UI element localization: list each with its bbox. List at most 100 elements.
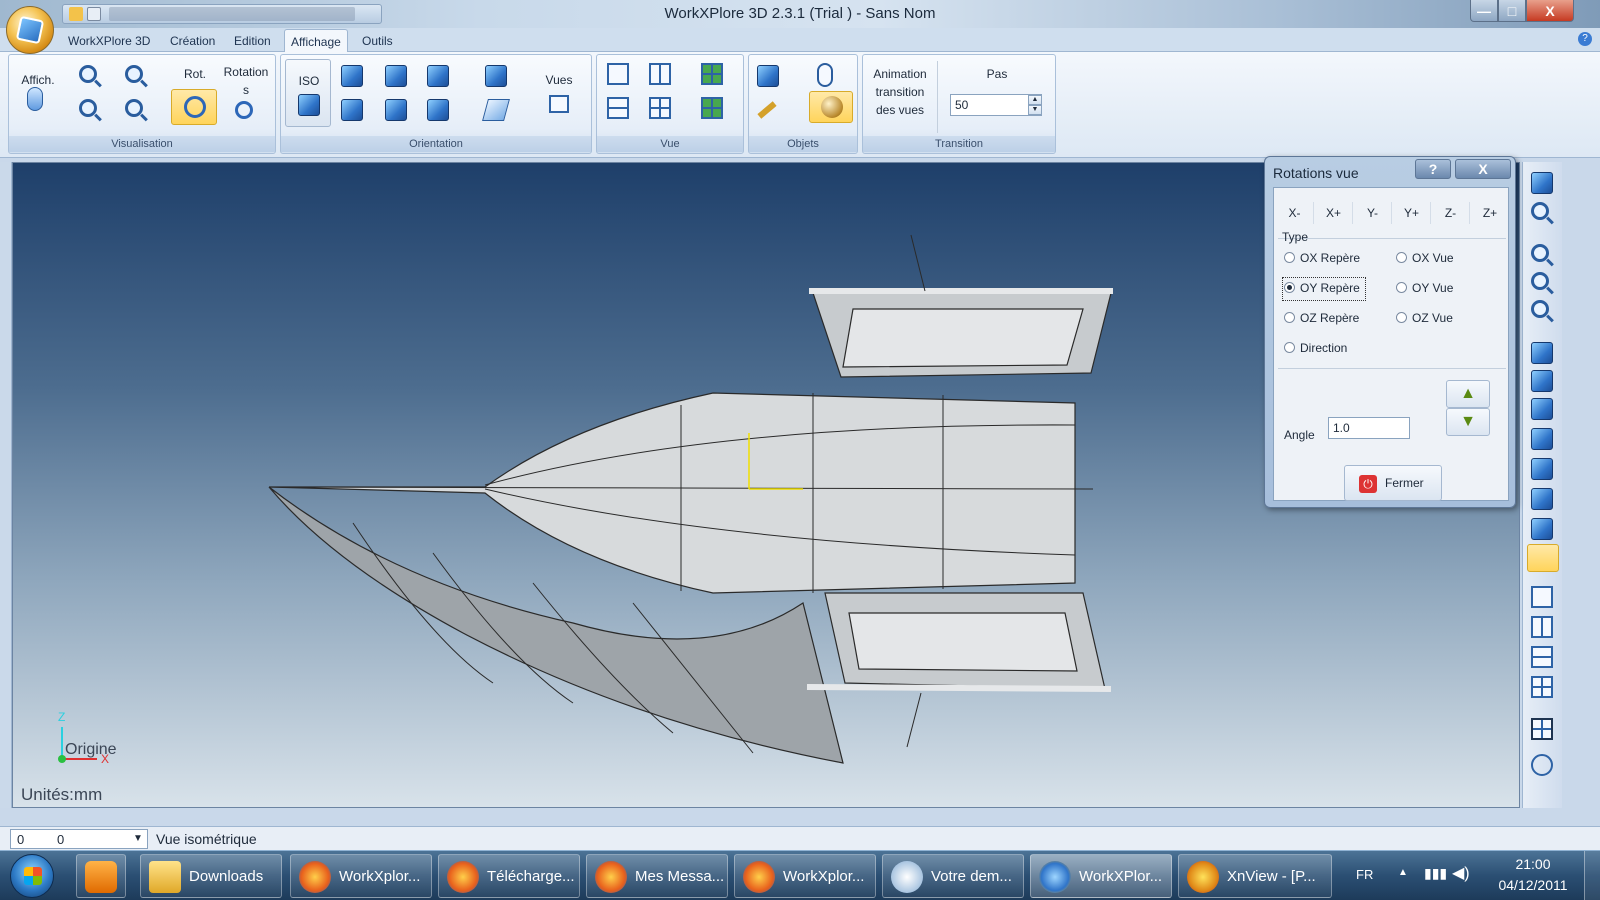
- zoom-window-icon[interactable]: [79, 65, 97, 83]
- network-icon[interactable]: ▮▮▮: [1424, 865, 1447, 882]
- split-vertical-icon[interactable]: [1531, 616, 1553, 638]
- pencil-icon[interactable]: [757, 101, 777, 119]
- taskbar-item-telecharge[interactable]: Télécharge...: [438, 854, 580, 898]
- zoom-in-icon[interactable]: [1531, 272, 1549, 290]
- tab-workxplore-3d[interactable]: WorkXPlore 3D: [62, 32, 156, 50]
- four-views-icon[interactable]: [649, 97, 671, 119]
- language-indicator[interactable]: FR: [1356, 867, 1373, 882]
- taskbar-media-player[interactable]: [76, 854, 126, 898]
- help-icon[interactable]: ?: [1578, 32, 1592, 46]
- fermer-button[interactable]: ⏻ Fermer: [1344, 465, 1442, 501]
- rotate-x-minus-button[interactable]: X-: [1276, 202, 1314, 224]
- tile-views-icon[interactable]: [701, 63, 723, 85]
- zoom-fit-icon[interactable]: [1531, 244, 1549, 262]
- animation-transition-label[interactable]: Animation transition des vues: [867, 65, 933, 119]
- close-button[interactable]: X: [1526, 0, 1574, 22]
- taskbar-item-workxplore-app[interactable]: WorkXPlor...: [1030, 854, 1172, 898]
- angle-input[interactable]: 1.0: [1328, 417, 1410, 439]
- zoom-in-icon[interactable]: [125, 65, 143, 83]
- label-direction[interactable]: Direction: [1300, 341, 1347, 355]
- volume-icon[interactable]: ◀): [1452, 863, 1470, 883]
- clock-time[interactable]: 21:00: [1498, 856, 1568, 872]
- clock-date[interactable]: 04/12/2011: [1488, 877, 1578, 893]
- crosshair-icon[interactable]: [1531, 754, 1553, 776]
- view-x-minus-icon[interactable]: [1531, 488, 1553, 510]
- radio-direction[interactable]: [1284, 342, 1295, 353]
- cylinder-icon[interactable]: [817, 63, 833, 87]
- radio-oz-vue[interactable]: [1396, 312, 1407, 323]
- rotate-y-plus-button[interactable]: Y+: [1393, 202, 1431, 224]
- view-z-minus-icon[interactable]: [1531, 370, 1553, 392]
- view-z-plus-icon[interactable]: [1531, 342, 1553, 364]
- rotation-lock-button[interactable]: [1527, 544, 1559, 572]
- view-z-minus-icon[interactable]: [341, 99, 363, 121]
- radio-oy-vue[interactable]: [1396, 282, 1407, 293]
- rotate-x-plus-button[interactable]: X+: [1315, 202, 1353, 224]
- left-panel-handle[interactable]: [0, 162, 12, 808]
- pas-spin-up[interactable]: ▲: [1028, 95, 1042, 105]
- dialog-close-button[interactable]: X: [1455, 159, 1511, 179]
- zoom-out-icon[interactable]: [1531, 300, 1549, 318]
- label-oz-vue[interactable]: OZ Vue: [1412, 311, 1453, 325]
- rotations-label[interactable]: Rotation s: [219, 63, 273, 99]
- minimize-button[interactable]: —: [1470, 0, 1498, 22]
- grid-icon[interactable]: [1531, 718, 1553, 740]
- label-oy-vue[interactable]: OY Vue: [1412, 281, 1453, 295]
- vues-window-icon[interactable]: [549, 95, 569, 113]
- rotate-z-plus-button[interactable]: Z+: [1471, 202, 1509, 224]
- view-z-plus-icon[interactable]: [341, 65, 363, 87]
- taskbar-item-workxplore-firefox-2[interactable]: WorkXplor...: [734, 854, 876, 898]
- label-ox-repere[interactable]: OX Repère: [1300, 251, 1360, 265]
- iso-button[interactable]: ISO: [285, 59, 331, 127]
- radio-oy-repere[interactable]: [1284, 282, 1295, 293]
- label-ox-vue[interactable]: OX Vue: [1412, 251, 1454, 265]
- view-x-plus-icon[interactable]: [385, 65, 407, 87]
- affich-cylinder-icon[interactable]: [27, 87, 43, 111]
- application-menu-button[interactable]: [6, 6, 54, 54]
- view-y-plus-icon[interactable]: [427, 65, 449, 87]
- show-desktop-button[interactable]: [1584, 851, 1600, 900]
- view-y-minus-icon[interactable]: [1531, 428, 1553, 450]
- radio-oz-repere[interactable]: [1284, 312, 1295, 323]
- single-view-icon[interactable]: [1531, 586, 1553, 608]
- zoom-fit-icon[interactable]: [79, 99, 97, 117]
- label-oz-repere[interactable]: OZ Repère: [1300, 311, 1359, 325]
- taskbar-item-mes-messages[interactable]: Mes Messa...: [586, 854, 728, 898]
- chevron-down-icon[interactable]: ▼: [133, 833, 143, 844]
- tray-expand-icon[interactable]: ▲: [1398, 867, 1408, 878]
- home-view-icon[interactable]: [1531, 172, 1553, 194]
- view-plane-icon[interactable]: [482, 99, 510, 121]
- vues-label[interactable]: Vues: [535, 71, 583, 89]
- objects-display-icon[interactable]: [757, 65, 779, 87]
- split-horizontal-icon[interactable]: [607, 97, 629, 119]
- single-view-icon[interactable]: [607, 63, 629, 85]
- label-oy-repere[interactable]: OY Repère: [1300, 281, 1360, 295]
- rotate-button[interactable]: [171, 89, 217, 125]
- angle-down-button[interactable]: ▼: [1446, 408, 1490, 436]
- dialog-help-button[interactable]: ?: [1415, 159, 1451, 179]
- taskbar-item-downloads[interactable]: Downloads: [140, 854, 282, 898]
- maximize-button[interactable]: □: [1498, 0, 1526, 22]
- start-button[interactable]: [10, 854, 54, 898]
- taskbar-item-xnview[interactable]: XnView - [P...: [1178, 854, 1332, 898]
- radio-ox-repere[interactable]: [1284, 252, 1295, 263]
- view-y-plus-icon[interactable]: [1531, 398, 1553, 420]
- view-z-iso-icon[interactable]: [1531, 518, 1553, 540]
- material-button[interactable]: [809, 91, 853, 123]
- pas-spin-down[interactable]: ▼: [1028, 105, 1042, 115]
- zoom-window-icon[interactable]: [1531, 202, 1549, 220]
- rot-label[interactable]: Rot.: [171, 65, 219, 83]
- split-vertical-icon[interactable]: [649, 63, 671, 85]
- tab-outils[interactable]: Outils: [356, 32, 399, 50]
- view-normal-icon[interactable]: [485, 65, 507, 87]
- rotate-y-minus-button[interactable]: Y-: [1354, 202, 1392, 224]
- view-x-minus-icon[interactable]: [385, 99, 407, 121]
- tab-edition[interactable]: Edition: [228, 32, 277, 50]
- radio-ox-vue[interactable]: [1396, 252, 1407, 263]
- rotate-z-minus-button[interactable]: Z-: [1432, 202, 1470, 224]
- taskbar-item-workxplore-firefox[interactable]: WorkXplor...: [290, 854, 432, 898]
- four-views-icon[interactable]: [1531, 676, 1553, 698]
- tab-affichage[interactable]: Affichage: [284, 29, 348, 53]
- view-x-plus-icon[interactable]: [1531, 458, 1553, 480]
- taskbar-item-votre-demande[interactable]: Votre dem...: [882, 854, 1024, 898]
